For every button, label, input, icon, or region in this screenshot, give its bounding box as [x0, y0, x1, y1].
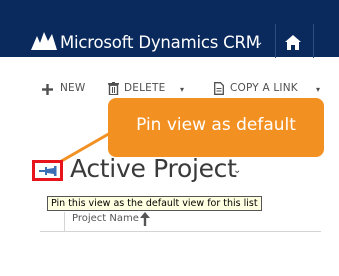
grid-column-divider [64, 212, 65, 231]
callout-text: Pin view as default [136, 115, 296, 135]
copy-a-link-button[interactable]: COPY A LINK [230, 82, 298, 94]
dynamics-logo-icon [31, 32, 57, 50]
app-title-chevron-down-icon[interactable]: ⌄ [255, 37, 263, 48]
nav-divider [313, 24, 314, 58]
view-title[interactable]: Active Project [70, 154, 237, 183]
sort-ascending-arrow-icon[interactable] [140, 212, 150, 226]
nav-divider [275, 24, 276, 58]
callout-bubble: Pin view as default [108, 98, 324, 157]
home-icon[interactable] [285, 35, 301, 50]
copy-link-dropdown-chevron-down-icon[interactable]: ▾ [316, 85, 320, 94]
pin-view-button[interactable] [32, 160, 63, 181]
app-title[interactable]: Microsoft Dynamics CRM [60, 33, 260, 52]
trash-icon[interactable] [108, 82, 119, 95]
top-navigation-bar: Microsoft Dynamics CRM ⌄ [0, 0, 339, 58]
new-button[interactable]: NEW [60, 82, 85, 94]
delete-button[interactable]: DELETE [124, 82, 165, 94]
pin-icon[interactable] [39, 166, 57, 176]
pin-tooltip: Pin this view as the default view for th… [47, 196, 262, 211]
view-selector-chevron-down-icon[interactable]: ⌄ [233, 165, 241, 176]
document-link-icon[interactable] [214, 82, 224, 95]
grid-header-rule [40, 231, 321, 232]
plus-icon[interactable] [42, 84, 53, 95]
column-header-project-name[interactable]: Project Name [72, 213, 139, 224]
delete-dropdown-chevron-down-icon[interactable]: ▾ [180, 85, 184, 94]
